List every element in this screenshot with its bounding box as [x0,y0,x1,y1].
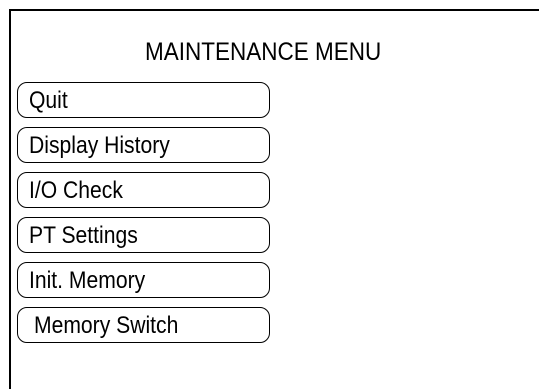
io-check-button-label: I/O Check [29,177,123,204]
quit-button-label: Quit [29,87,68,114]
memory-switch-button-label: Memory Switch [34,312,179,339]
init-memory-button-label: Init. Memory [29,267,146,294]
memory-switch-button[interactable]: Memory Switch [17,307,270,343]
page-title: MAINTENANCE MENU [145,38,382,66]
init-memory-button[interactable]: Init. Memory [17,262,270,298]
pt-settings-button[interactable]: PT Settings [17,217,270,253]
display-history-button[interactable]: Display History [17,127,270,163]
pt-settings-button-label: PT Settings [29,222,138,249]
quit-button[interactable]: Quit [17,82,270,118]
display-history-button-label: Display History [29,132,170,159]
io-check-button[interactable]: I/O Check [17,172,270,208]
